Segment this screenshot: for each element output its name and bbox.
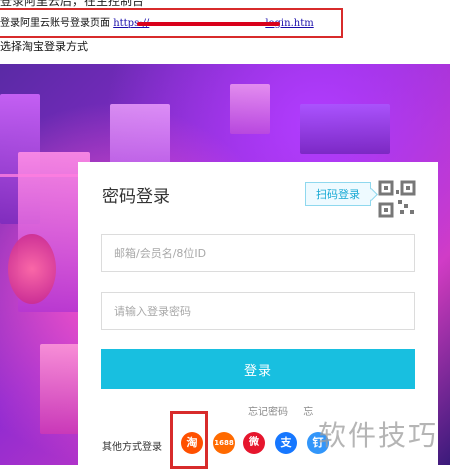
account-field[interactable]: [101, 234, 415, 272]
other-login-label: 其他方式登录: [102, 442, 162, 453]
account-input[interactable]: [102, 235, 414, 271]
login-page-background: 密码登录 扫码登录 登录 忘记密码 忘 其他方式登录 淘 1688: [0, 64, 450, 465]
1688-login-icon[interactable]: 1688: [213, 432, 235, 454]
weibo-login-icon[interactable]: 微: [243, 432, 265, 454]
password-field[interactable]: [101, 292, 415, 330]
decor-block: [300, 104, 390, 154]
password-input[interactable]: [102, 293, 414, 329]
qr-login-tip[interactable]: 扫码登录: [305, 182, 371, 206]
forgot-password-link[interactable]: 忘记密码: [248, 407, 288, 418]
decor-balloon: [8, 234, 56, 304]
tutorial-header: 登录阿里云后，在主控制台 登录阿里云账号登录页面 https://login.h…: [0, 0, 450, 64]
watermark: 软件技巧: [318, 419, 439, 452]
step-2-text: 选择淘宝登录方式: [0, 40, 88, 53]
qr-code-icon[interactable]: [378, 180, 416, 218]
decor-block: [230, 84, 270, 134]
alipay-login-icon[interactable]: 支: [275, 432, 297, 454]
annotation-frame-taobao: [170, 411, 208, 469]
page-title: 密码登录: [102, 187, 170, 207]
login-button[interactable]: 登录: [101, 349, 415, 389]
forgot-links: 忘记密码 忘: [248, 403, 325, 418]
forgot-member-link[interactable]: 忘: [303, 407, 313, 418]
annotation-frame-url: [0, 8, 343, 38]
